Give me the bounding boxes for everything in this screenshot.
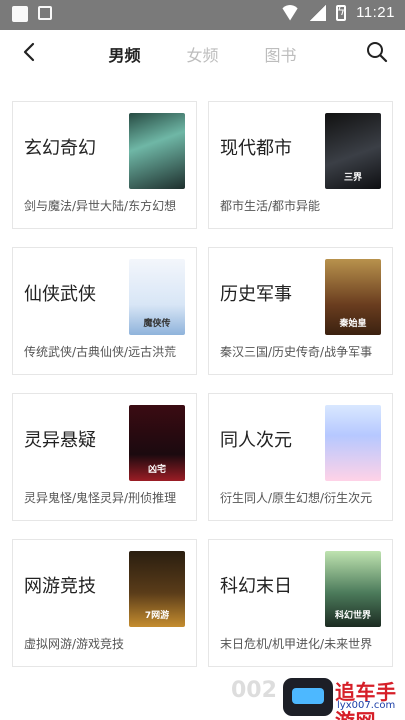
tab-books[interactable]: 图书	[265, 42, 297, 66]
signal-icon	[310, 4, 327, 21]
cover-text: 7网游	[144, 611, 170, 621]
category-card[interactable]: 网游竞技 7网游 虚拟网游/游戏竞技	[12, 539, 197, 667]
category-subtitle: 虚拟网游/游戏竞技	[24, 637, 125, 651]
category-subtitle: 衍生同人/原生幻想/衍生次元	[220, 491, 373, 505]
category-title: 仙侠武侠	[24, 284, 96, 305]
top-nav: 男频 女频 图书	[0, 30, 405, 76]
category-subtitle: 传统武侠/古典仙侠/远古洪荒	[24, 345, 177, 359]
watermark-url: lyx007.com	[337, 700, 396, 711]
book-cover	[129, 113, 185, 189]
watermark-brand-text: 追车手游网	[335, 680, 397, 720]
book-cover: 三界	[325, 113, 381, 189]
book-cover: 秦始皇	[325, 259, 381, 335]
category-subtitle: 剑与魔法/异世大陆/东方幻想	[24, 199, 177, 213]
tab-male[interactable]: 男频	[108, 42, 140, 66]
watermark-ghost-text: 002	[231, 678, 277, 703]
category-title: 灵异悬疑	[24, 430, 96, 451]
tab-female[interactable]: 女频	[186, 42, 218, 66]
car-logo-icon	[283, 678, 333, 716]
book-cover: 科幻世界	[325, 551, 381, 627]
category-title: 现代都市	[220, 138, 292, 159]
cover-text: 秦始皇	[339, 319, 367, 329]
category-title: 科幻末日	[220, 576, 292, 597]
category-subtitle: 末日危机/机甲进化/未来世界	[220, 637, 373, 651]
wifi-icon	[280, 5, 300, 21]
watermark: 002 追车手游网 lyx007.com	[231, 672, 399, 720]
book-cover	[325, 405, 381, 481]
category-card[interactable]: 同人次元 衍生同人/原生幻想/衍生次元	[208, 393, 393, 521]
cover-text: 科幻世界	[334, 611, 371, 621]
battery-charging-icon	[336, 4, 347, 21]
category-card[interactable]: 玄幻奇幻 剑与魔法/异世大陆/东方幻想	[12, 101, 197, 229]
book-cover: 凶宅	[129, 405, 185, 481]
book-cover: 7网游	[129, 551, 185, 627]
category-title: 同人次元	[220, 430, 292, 451]
search-button[interactable]	[365, 40, 389, 64]
category-subtitle: 灵异鬼怪/鬼怪灵异/刑侦推理	[24, 491, 177, 505]
gender-tabs: 男频 女频 图书	[0, 42, 405, 66]
category-card[interactable]: 灵异悬疑 凶宅 灵异鬼怪/鬼怪灵异/刑侦推理	[12, 393, 197, 521]
category-card[interactable]: 科幻末日 科幻世界 末日危机/机甲进化/未来世界	[208, 539, 393, 667]
search-icon	[367, 42, 388, 63]
category-title: 玄幻奇幻	[24, 138, 96, 159]
category-card[interactable]: 历史军事 秦始皇 秦汉三国/历史传奇/战争军事	[208, 247, 393, 375]
status-left	[12, 6, 52, 22]
status-bar: 11:21	[0, 0, 405, 30]
category-card[interactable]: 仙侠武侠 魔侠传 传统武侠/古典仙侠/远古洪荒	[12, 247, 197, 375]
cover-text: 三界	[343, 173, 362, 183]
book-cover: 魔侠传	[129, 259, 185, 335]
category-subtitle: 都市生活/都市异能	[220, 199, 321, 213]
cover-text: 魔侠传	[143, 319, 171, 329]
category-subtitle: 秦汉三国/历史传奇/战争军事	[220, 345, 373, 359]
status-right: 11:21	[280, 4, 395, 21]
gallery-icon	[38, 6, 52, 20]
cover-text: 凶宅	[147, 465, 166, 475]
status-time: 11:21	[356, 4, 395, 21]
photo-icon	[12, 6, 28, 22]
category-title: 网游竞技	[24, 576, 96, 597]
category-title: 历史军事	[220, 284, 292, 305]
category-card[interactable]: 现代都市 三界 都市生活/都市异能	[208, 101, 393, 229]
